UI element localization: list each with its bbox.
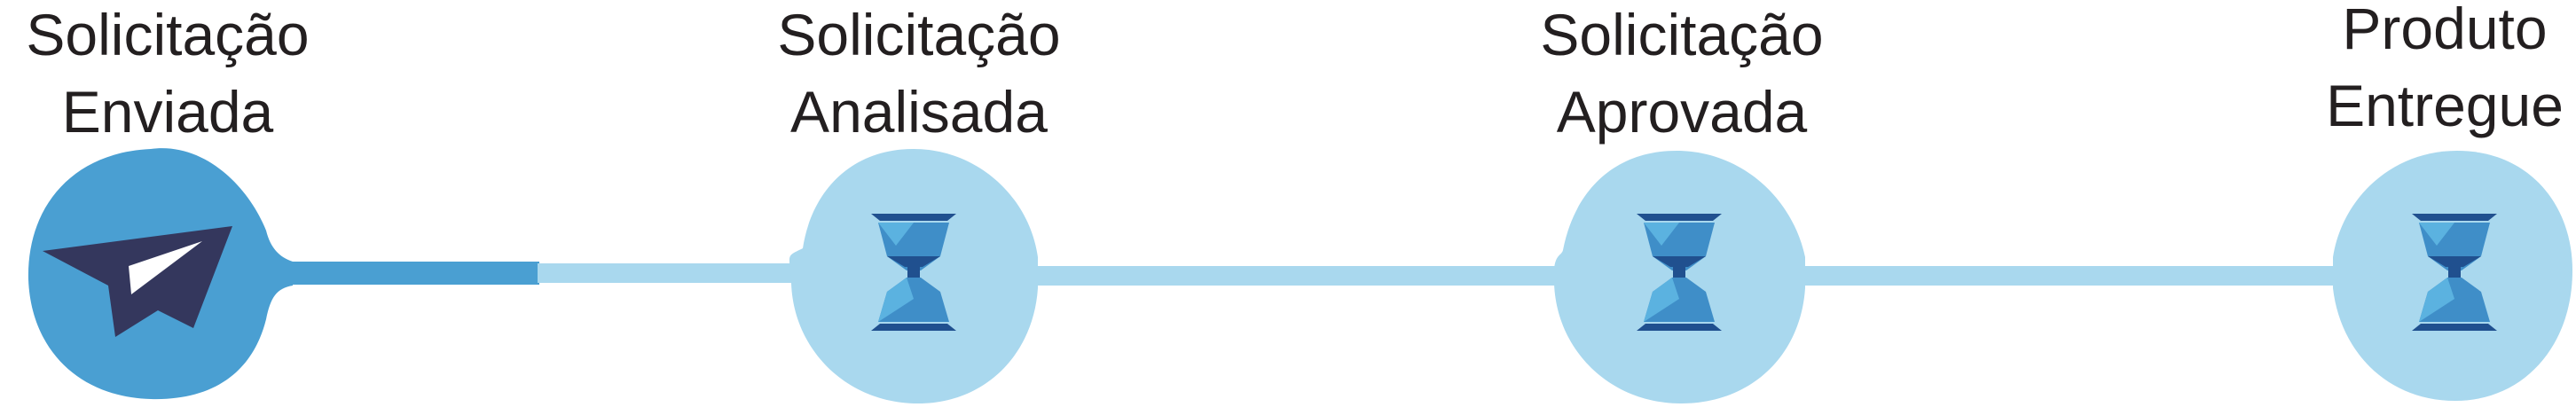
step-node-sent: [27, 148, 293, 400]
progress-track: [27, 148, 2572, 403]
connector-done: [263, 262, 539, 285]
progress-tracker: Solicitação Enviada Solicitação Analisad…: [0, 0, 2576, 415]
connector-pending-3: [1792, 266, 2342, 286]
step-node-analysed: [789, 149, 1038, 403]
step-label-analysed: Solicitação Analisada: [777, 2, 1061, 145]
step-label-approved: Solicitação Aprovada: [1540, 2, 1824, 145]
step-node-approved: [1553, 151, 1805, 403]
step-label-sent: Solicitação Enviada: [26, 2, 310, 145]
connector-pending-2: [1029, 266, 1561, 286]
step-node-delivered: [2333, 151, 2572, 401]
connector-pending-1: [538, 263, 804, 283]
step-label-delivered: Produto Entregue: [2326, 0, 2564, 138]
